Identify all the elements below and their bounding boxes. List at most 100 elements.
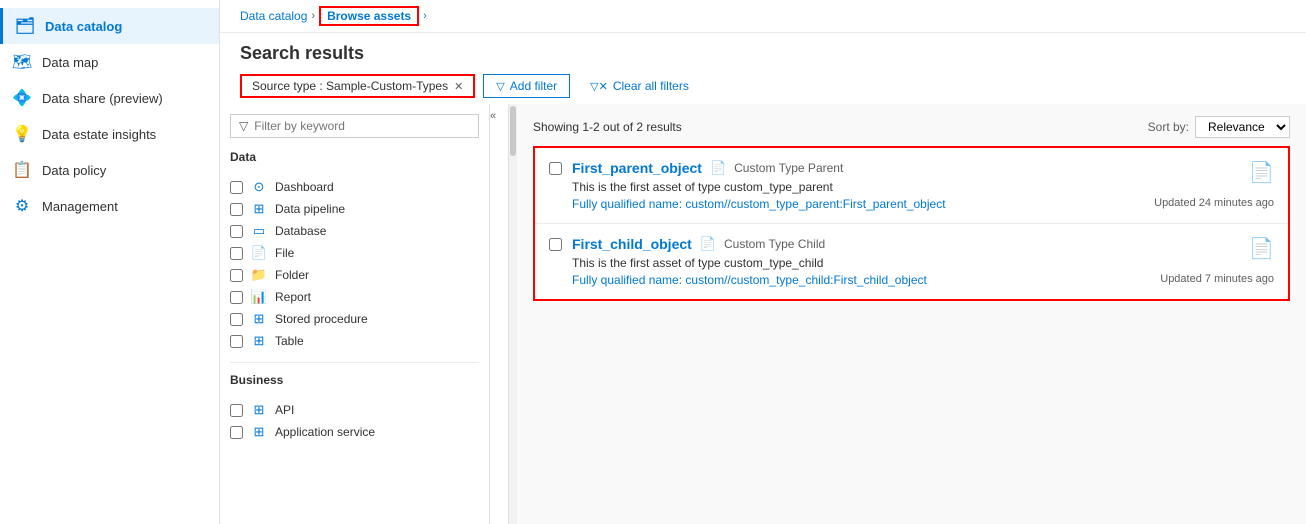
business-section-title: Business xyxy=(230,373,479,391)
result-updated-0: Updated 24 minutes ago xyxy=(1154,197,1274,209)
filter-item-data-pipeline[interactable]: ⊞ Data pipeline xyxy=(230,198,479,220)
filter-checkbox-api[interactable] xyxy=(230,404,243,417)
filter-checkbox-file[interactable] xyxy=(230,247,243,260)
results-list: First_parent_object 📄 Custom Type Parent… xyxy=(533,146,1290,301)
sort-select[interactable]: Relevance Name Updated xyxy=(1195,116,1290,138)
clear-filters-button[interactable]: ▽✕ Clear all filters xyxy=(578,75,701,97)
main-content: Data catalog › Browse assets › Search re… xyxy=(220,0,1306,524)
filter-item-table[interactable]: ⊞ Table xyxy=(230,330,479,352)
result-name-1[interactable]: First_child_object xyxy=(572,236,692,252)
filter-scrollbar[interactable] xyxy=(509,104,517,524)
filter-divider xyxy=(230,362,479,363)
sidebar-label-data-catalog: Data catalog xyxy=(45,19,122,34)
filter-item-label-file: File xyxy=(275,246,294,260)
filter-tag-label: Source type : Sample-Custom-Types xyxy=(252,79,448,93)
filter-item-database[interactable]: ▭ Database xyxy=(230,220,479,242)
result-item-0: First_parent_object 📄 Custom Type Parent… xyxy=(535,148,1288,224)
result-updated-1: Updated 7 minutes ago xyxy=(1160,273,1274,285)
page-header: Search results Source type : Sample-Cust… xyxy=(220,33,1306,104)
stored-procedure-icon: ⊞ xyxy=(251,311,267,327)
filter-item-label-folder: Folder xyxy=(275,268,309,282)
result-file-icon-1: 📄 xyxy=(1249,236,1274,261)
breadcrumb-arrow: › xyxy=(423,10,427,22)
report-icon: 📊 xyxy=(251,289,267,305)
filter-item-label-api: API xyxy=(275,403,294,417)
sidebar-item-data-map[interactable]: 🗺 Data map xyxy=(0,44,219,80)
filter-checkbox-stored-procedure[interactable] xyxy=(230,313,243,326)
sidebar-label-data-estate: Data estate insights xyxy=(42,127,156,142)
results-panel: Showing 1-2 out of 2 results Sort by: Re… xyxy=(517,104,1306,524)
result-file-icon-0: 📄 xyxy=(1249,160,1274,185)
filter-checkbox-dashboard[interactable] xyxy=(230,181,243,194)
filter-panel: ▽ Data ⊙ Dashboard ⊞ Data pipeline ▭ xyxy=(220,104,490,524)
filter-item-label-pipeline: Data pipeline xyxy=(275,202,345,216)
filter-checkbox-application-service[interactable] xyxy=(230,426,243,439)
sidebar-label-data-map: Data map xyxy=(42,55,98,70)
sidebar-item-data-share[interactable]: 💠 Data share (preview) xyxy=(0,80,219,116)
sidebar-item-management[interactable]: ⚙ Management xyxy=(0,188,219,224)
filter-item-label-stored-procedure: Stored procedure xyxy=(275,312,368,326)
filter-item-application-service[interactable]: ⊞ Application service xyxy=(230,421,479,443)
filter-checkbox-folder[interactable] xyxy=(230,269,243,282)
policy-icon: 📋 xyxy=(12,160,32,180)
result-desc-1: This is the first asset of type custom_t… xyxy=(572,256,1274,270)
result-type-icon-0: 📄 xyxy=(710,160,726,176)
folder-icon: 📁 xyxy=(251,267,267,283)
breadcrumb-parent[interactable]: Data catalog xyxy=(240,9,307,23)
sidebar-label-data-share: Data share (preview) xyxy=(42,91,163,106)
filter-item-label-dashboard: Dashboard xyxy=(275,180,334,194)
active-filter-tag[interactable]: Source type : Sample-Custom-Types ✕ xyxy=(240,74,475,98)
result-title-row-1: First_child_object 📄 Custom Type Child xyxy=(572,236,1274,252)
filter-item-dashboard[interactable]: ⊙ Dashboard xyxy=(230,176,479,198)
data-section-title: Data xyxy=(230,150,479,168)
filter-search-icon: ▽ xyxy=(239,119,248,133)
sidebar-item-data-estate[interactable]: 💡 Data estate insights xyxy=(0,116,219,152)
result-checkbox-0[interactable] xyxy=(549,162,562,175)
page-title: Search results xyxy=(240,43,1286,64)
result-type-label-0: Custom Type Parent xyxy=(734,161,843,175)
result-checkbox-1[interactable] xyxy=(549,238,562,251)
sidebar-item-data-policy[interactable]: 📋 Data policy xyxy=(0,152,219,188)
filter-item-file[interactable]: 📄 File xyxy=(230,242,479,264)
results-summary: Showing 1-2 out of 2 results xyxy=(533,120,682,134)
map-icon: 🗺 xyxy=(12,52,32,72)
filter-item-label-database: Database xyxy=(275,224,326,238)
filter-search-box[interactable]: ▽ xyxy=(230,114,479,138)
sort-row: Sort by: Relevance Name Updated xyxy=(1148,116,1290,138)
sidebar-item-data-catalog[interactable]: 🗂 Data catalog xyxy=(0,8,219,44)
result-item-1: First_child_object 📄 Custom Type Child T… xyxy=(535,224,1288,299)
add-filter-label: Add filter xyxy=(510,79,557,93)
database-icon: ▭ xyxy=(251,223,267,239)
add-filter-button[interactable]: ▽ Add filter xyxy=(483,74,570,98)
breadcrumb-separator: › xyxy=(311,10,315,22)
app-service-icon: ⊞ xyxy=(251,424,267,440)
breadcrumb: Data catalog › Browse assets › xyxy=(220,0,1306,33)
filter-item-label-report: Report xyxy=(275,290,311,304)
clear-filters-label: Clear all filters xyxy=(613,79,689,93)
result-name-0[interactable]: First_parent_object xyxy=(572,160,702,176)
file-icon: 📄 xyxy=(251,245,267,261)
clear-icon: ▽✕ xyxy=(590,80,608,93)
filter-checkbox-table[interactable] xyxy=(230,335,243,348)
dashboard-icon: ⊙ xyxy=(251,179,267,195)
filter-checkbox-report[interactable] xyxy=(230,291,243,304)
filter-item-stored-procedure[interactable]: ⊞ Stored procedure xyxy=(230,308,479,330)
results-header: Showing 1-2 out of 2 results Sort by: Re… xyxy=(533,116,1290,138)
filter-keyword-input[interactable] xyxy=(254,119,470,133)
filter-checkbox-data-pipeline[interactable] xyxy=(230,203,243,216)
collapse-filter-panel-button[interactable]: « xyxy=(490,104,508,524)
filter-tag-close-icon[interactable]: ✕ xyxy=(454,80,463,93)
catalog-icon: 🗂 xyxy=(15,16,35,36)
pipeline-icon: ⊞ xyxy=(251,201,267,217)
breadcrumb-current: Browse assets xyxy=(319,6,419,26)
result-type-label-1: Custom Type Child xyxy=(724,237,825,251)
filter-item-api[interactable]: ⊞ API xyxy=(230,399,479,421)
result-type-icon-1: 📄 xyxy=(700,236,716,252)
filter-item-folder[interactable]: 📁 Folder xyxy=(230,264,479,286)
filter-checkbox-database[interactable] xyxy=(230,225,243,238)
filter-item-label-application-service: Application service xyxy=(275,425,375,439)
filter-bar: Source type : Sample-Custom-Types ✕ ▽ Ad… xyxy=(240,74,1286,98)
api-icon: ⊞ xyxy=(251,402,267,418)
filter-item-report[interactable]: 📊 Report xyxy=(230,286,479,308)
sidebar-label-data-policy: Data policy xyxy=(42,163,106,178)
